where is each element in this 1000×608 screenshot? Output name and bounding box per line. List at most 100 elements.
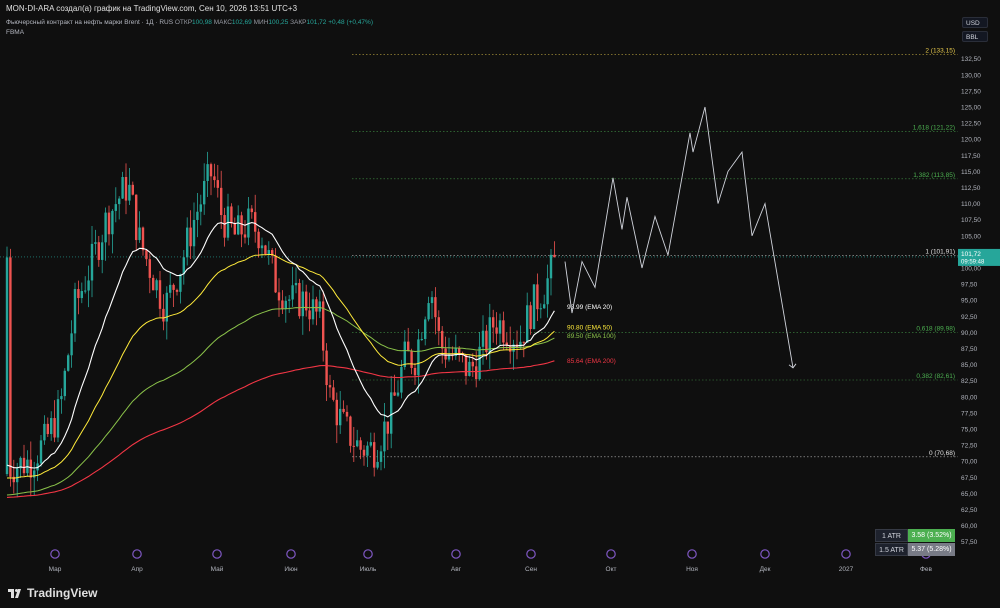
price-tick-label: 110,00 bbox=[961, 201, 981, 208]
candle-body bbox=[349, 416, 352, 446]
legend-high: 102,69 bbox=[231, 19, 252, 26]
candle-body bbox=[393, 392, 396, 396]
price-tick-label: 130,00 bbox=[961, 72, 981, 79]
candle-body bbox=[308, 310, 311, 320]
candle-body bbox=[128, 184, 131, 201]
calendar-event-icon[interactable] bbox=[286, 549, 296, 559]
candle-body bbox=[50, 418, 53, 435]
calendar-event-icon[interactable] bbox=[841, 549, 851, 559]
candle-body bbox=[192, 219, 196, 247]
candle-body bbox=[223, 215, 226, 238]
price-tick-label: 65,00 bbox=[961, 491, 978, 498]
candle-body bbox=[267, 250, 270, 255]
calendar-event-icon[interactable] bbox=[687, 549, 697, 559]
bottom-bar: TradingView bbox=[0, 578, 1000, 608]
price-tick-label: 115,00 bbox=[961, 169, 981, 176]
candle-body bbox=[257, 231, 260, 249]
candle-body bbox=[546, 278, 549, 305]
ema-label: 89.50 (EMA 100) bbox=[567, 333, 616, 340]
chart-area[interactable]: 2 (133,15) 1,618 (121,22) 1,382 (113,85) 1 … bbox=[0, 18, 958, 578]
candle-body bbox=[186, 227, 189, 258]
price-tick-label: 120,00 bbox=[961, 137, 981, 144]
candle-body bbox=[410, 351, 413, 369]
candle-body bbox=[39, 440, 43, 464]
price-scale[interactable]: 132,50 130,00 127,50 125,00 122,50 120,00 117,… bbox=[958, 18, 1000, 578]
atr-row-1: 1 ATR 3.58 (3.52%) bbox=[875, 529, 955, 542]
candle-body bbox=[315, 299, 318, 312]
currency-button[interactable]: USD bbox=[962, 17, 988, 28]
candles-group bbox=[5, 151, 556, 498]
atr-value: 3.58 (3.52%) bbox=[908, 529, 955, 542]
ema-label: 85.64 (EMA 200) bbox=[567, 358, 616, 365]
legend-indicator[interactable]: FBMA bbox=[6, 28, 373, 38]
symbol-legend: Фьючерсный контракт на нефть марки Brent… bbox=[6, 18, 373, 38]
time-axis-label: Ноя bbox=[686, 566, 698, 573]
price-tick-label: 125,00 bbox=[961, 105, 981, 112]
candle-body bbox=[522, 341, 525, 343]
candle-body bbox=[441, 330, 444, 349]
price-tick-label: 105,00 bbox=[961, 233, 981, 240]
tradingview-logo-icon bbox=[8, 589, 21, 598]
candle-body bbox=[345, 411, 349, 417]
calendar-event-icon[interactable] bbox=[212, 549, 222, 559]
calendar-event-icon[interactable] bbox=[526, 549, 536, 559]
candle-body bbox=[396, 392, 400, 396]
candle-body bbox=[162, 308, 165, 322]
calendar-event-icon[interactable] bbox=[50, 549, 60, 559]
candle-body bbox=[318, 301, 321, 312]
candle-body bbox=[111, 210, 114, 235]
legend-symbol: Фьючерсный контракт на нефть марки Brent… bbox=[6, 19, 174, 26]
calendar-event-icon[interactable] bbox=[760, 549, 770, 559]
time-axis-label: Окт bbox=[606, 566, 617, 573]
price-tick-label: 80,00 bbox=[961, 394, 978, 401]
ema-100-line bbox=[6, 306, 555, 496]
time-axis-label: Июль bbox=[360, 566, 377, 573]
price-tick-label: 87,50 bbox=[961, 346, 978, 353]
calendar-event-icon[interactable] bbox=[132, 549, 142, 559]
legend-close-label: ЗАКР bbox=[290, 19, 307, 26]
unit-button[interactable]: BBL bbox=[962, 31, 988, 42]
calendar-event-icon[interactable] bbox=[451, 549, 461, 559]
candle-body bbox=[427, 303, 430, 320]
candle-body bbox=[230, 206, 233, 224]
candle-body bbox=[148, 259, 151, 278]
candle-body bbox=[468, 361, 471, 376]
time-axis-label: Фев bbox=[920, 566, 933, 573]
price-tick-label: 62,50 bbox=[961, 507, 978, 514]
price-tick-label: 132,50 bbox=[961, 56, 981, 63]
candle-body bbox=[60, 396, 63, 400]
candle-body bbox=[233, 223, 236, 235]
fib-level-label: 0 (70,68) bbox=[929, 450, 955, 457]
candle-body bbox=[464, 354, 468, 376]
calendar-event-icon[interactable] bbox=[363, 549, 373, 559]
price-tick-label: 72,50 bbox=[961, 443, 978, 450]
candle-body bbox=[359, 440, 362, 450]
candle-body bbox=[403, 341, 406, 368]
candle-body bbox=[369, 442, 372, 446]
candle-body bbox=[114, 204, 117, 211]
atr-row-2: 1.5 ATR 5.37 (5.28%) bbox=[875, 543, 955, 556]
candle-body bbox=[135, 194, 138, 241]
candle-body bbox=[121, 176, 124, 199]
fib-level-label: 1 (101,91) bbox=[925, 249, 955, 256]
candle-body bbox=[420, 338, 423, 340]
tradingview-logo[interactable]: TradingView bbox=[8, 586, 97, 600]
candle-body bbox=[298, 282, 301, 317]
brand-name: TradingView bbox=[27, 586, 98, 600]
legend-close: 101,72 bbox=[306, 19, 327, 26]
candle-body bbox=[407, 341, 410, 352]
price-tick-label: 70,00 bbox=[961, 459, 978, 466]
chart-caption: MON-DI-ARA создал(а) график на TradingVi… bbox=[6, 4, 298, 13]
candle-body bbox=[417, 339, 420, 376]
candle-body bbox=[553, 254, 556, 258]
price-chart[interactable]: 2 (133,15) 1,618 (121,22) 1,382 (113,85) 1 … bbox=[0, 18, 958, 578]
candle-body bbox=[87, 280, 90, 291]
candle-body bbox=[209, 164, 213, 177]
candle-body bbox=[124, 176, 128, 201]
candle-body bbox=[543, 304, 546, 309]
candle-body bbox=[352, 445, 355, 447]
candle-body bbox=[141, 227, 145, 251]
candle-body bbox=[481, 330, 485, 347]
calendar-event-icon[interactable] bbox=[606, 549, 616, 559]
candle-body bbox=[90, 243, 94, 281]
